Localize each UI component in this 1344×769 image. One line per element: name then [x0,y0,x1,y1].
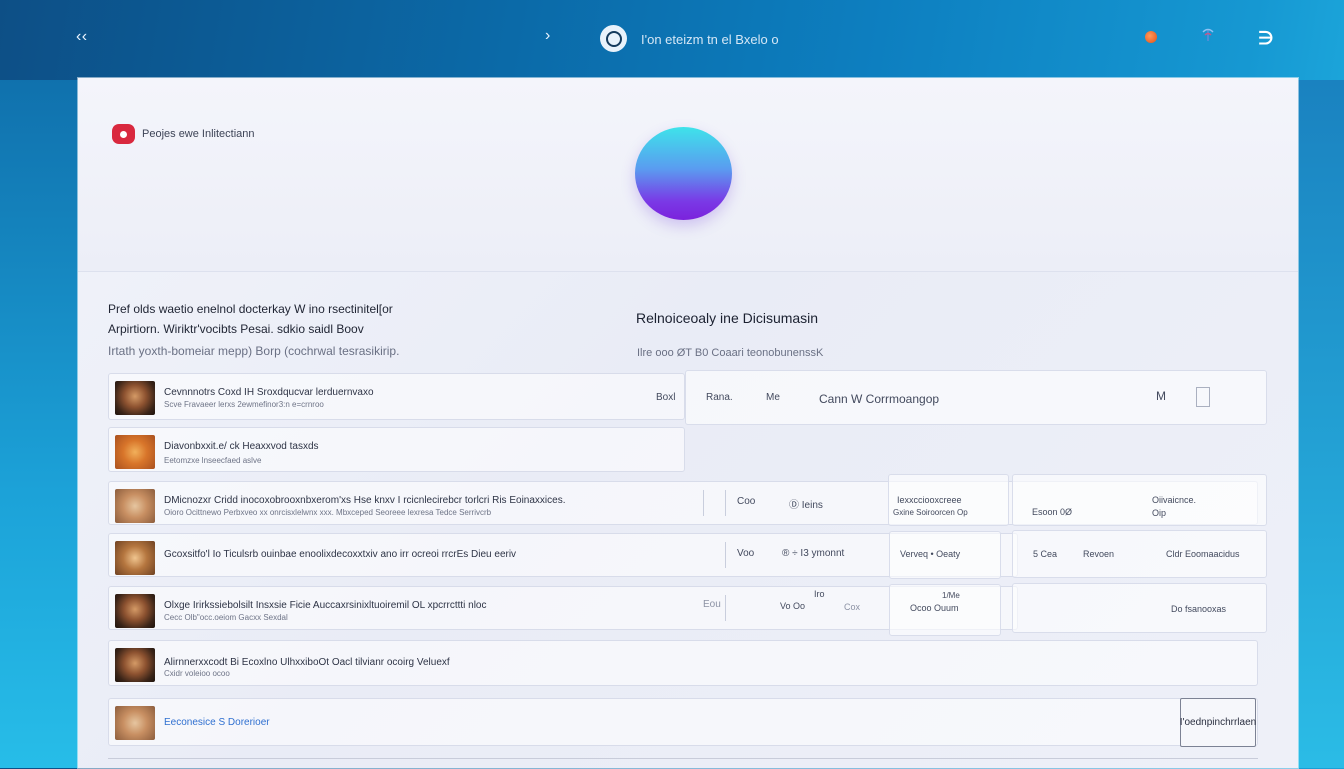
list-item-title: Diavonbxxit.e/ ck Heaxxvod tasxds [164,441,319,452]
row5-panel2: Do fsanooxas [1171,604,1227,614]
row3-panel2-c: Oip [1152,508,1167,518]
avatar [115,541,155,575]
detail-panel-4: 5 Cea Revoen Cldr Eoomaacidus [1012,530,1267,578]
app-logo-icon[interactable] [600,25,627,52]
intro-line-2: Arpirtiorn. Wiriktr'vocibts Pesai. sdkio… [108,322,364,336]
hero-section: Peojes ewe Inlitectiann [78,78,1298,272]
divider [725,542,726,568]
intro-line-3: Irtath yoxth-bomeiar mepp) Borp (cochrwa… [108,344,400,358]
row1-mid-4[interactable]: Cann W Corrmoangop [819,392,939,406]
row3-panel2-a: Esoon 0Ø [1032,507,1073,517]
section-subtitle: Ilre ooo ØT B0 Coaari teonobunenssK [637,347,824,359]
row4-panel2-a: 5 Cea [1033,549,1058,559]
row4-panel-1: Verveq • Oeaty [889,531,1001,579]
list-item-subtitle: Oioro Ocittnewo Perbxveo xx onrcisxlelwn… [164,508,492,517]
background-left [0,80,78,768]
list-item[interactable]: Eeconesice S Dorerioer [108,698,1258,746]
row5-panel-1: 1/Me Ocoo Ouum [889,584,1001,636]
avatar [115,706,155,740]
row3-panel1-b: Gxine Soiroorcen Op [893,508,968,517]
row3-mid-1: Coo [737,496,756,507]
row5-mid-2: Iro [814,589,825,599]
background-right [1298,80,1344,768]
brand-name: Peojes ewe Inlitectiann [142,128,255,140]
back-icon[interactable]: ‹ ‹ [76,28,87,46]
window-title: I'on eteizm tn el Bxelo o [641,32,779,47]
divider [725,595,726,621]
row5-mid-4: Cox [844,602,861,612]
clipboard-icon[interactable] [1196,387,1210,407]
intro-line-1: Pref olds waetio enelnol docterkay W ino… [108,302,393,316]
list-item[interactable]: Cevnnnotrs Coxd IH Sroxdqucvar lerduernv… [108,373,685,420]
row1-mid-1: Boxl [656,392,676,403]
row1-mid-3: Me [766,392,780,403]
row5-panel1-b: Ocoo Ouum [910,603,959,613]
avatar [115,435,155,469]
detail-panel-1: Boxl Rana. Me Cann W Corrmoangop M [656,370,1267,425]
brand-record-icon [112,124,135,144]
action-button[interactable]: I'oednpinchrrlaen [1180,698,1256,747]
row3-panel2-b: Oiivaicnce. [1152,495,1197,505]
row4-panel2-c: Cldr Eoomaacidus [1166,549,1240,559]
footer-divider [108,758,1258,769]
list-item-subtitle: Eetomzxe lnseecfaed aslve [164,456,262,465]
menu-icon[interactable]: ∋ [1258,28,1274,49]
list-item[interactable]: Olxge Irirkssiebolsilt Insxsie Ficie Auc… [108,584,1018,636]
list-item-title: Cevnnnotrs Coxd IH Sroxdqucvar lerduernv… [164,387,374,398]
list-item-subtitle: Cecc Olb"occ.oeiom Gacxx Sexdal [164,613,288,622]
list-item-title: Alirnnerxxcodt Bi Ecoxlno UlhxxiboOt Oac… [164,657,450,668]
avatar [115,489,155,523]
notification-icon[interactable] [1145,31,1157,43]
row4-panel1-text: Verveq • Oeaty [900,549,961,559]
row3-mid-2: Ⓓ Ieins [789,500,823,511]
main-panel: Peojes ewe Inlitectiann Pref olds waetio… [78,78,1298,768]
list-item-subtitle: Scve Fravaeer lerxs 2ewmefinor3:n e=crnr… [164,400,324,409]
top-bar: ‹ ‹ › I'on eteizm tn el Bxelo o ∋ [0,0,1344,78]
list-item-title: Gcoxsitfo'l Io Ticulsrb ouinbae enoolixd… [164,549,517,560]
list-item-title: DMicnozxr Cridd inocoxobrooxnbxerom'xs H… [164,495,566,506]
list-item-subtitle: Cxidr voleioo ocoo [164,669,230,678]
detail-panel-3: Esoon 0Ø Oiivaicnce. Oip [1012,474,1267,526]
row4-mid-2: ® ÷ I3 ymonnt [782,548,845,559]
list-item[interactable]: Diavonbxxit.e/ ck Heaxxvod tasxds Eetomz… [108,427,685,472]
list-item-title: Eeconesice S Dorerioer [164,717,270,728]
row3-panel1-a: Iexxcciooxcreee [897,495,962,505]
avatar [115,648,155,682]
divider [725,490,726,516]
avatar [115,381,155,415]
list-item[interactable]: Gcoxsitfo'l Io Ticulsrb ouinbae enoolixd… [108,531,1018,579]
row4-mid-1: Voo [737,548,755,559]
brand[interactable]: Peojes ewe Inlitectiann [112,124,255,144]
detail-panel-2: Iexxcciooxcreee Gxine Soiroorcen Op [888,474,1009,526]
divider [703,490,704,516]
row1-mid-2: Rana. [706,392,733,403]
forward-icon[interactable]: › [545,27,550,45]
row5-mid-3: Vo Oo [780,601,806,611]
intro-text: Pref olds waetio enelnol docterkay W ino… [108,302,468,358]
section-title: Relnoiceoaly ine Dicisumasin [636,310,819,326]
row4-panel2-b: Revoen [1083,549,1115,559]
row1-right-label[interactable]: M [1156,389,1166,403]
row5-mid-1: Eou [703,599,721,610]
row5-panel1-a: 1/Me [942,591,960,600]
gradient-orb-icon [635,127,732,220]
detail-panel-5: Do fsanooxas [1012,583,1267,633]
cast-icon[interactable] [1200,27,1216,45]
avatar [115,594,155,628]
list-item-title: Olxge Irirkssiebolsilt Insxsie Ficie Auc… [164,600,487,611]
list-item[interactable]: Alirnnerxxcodt Bi Ecoxlno UlhxxiboOt Oac… [108,640,1258,686]
